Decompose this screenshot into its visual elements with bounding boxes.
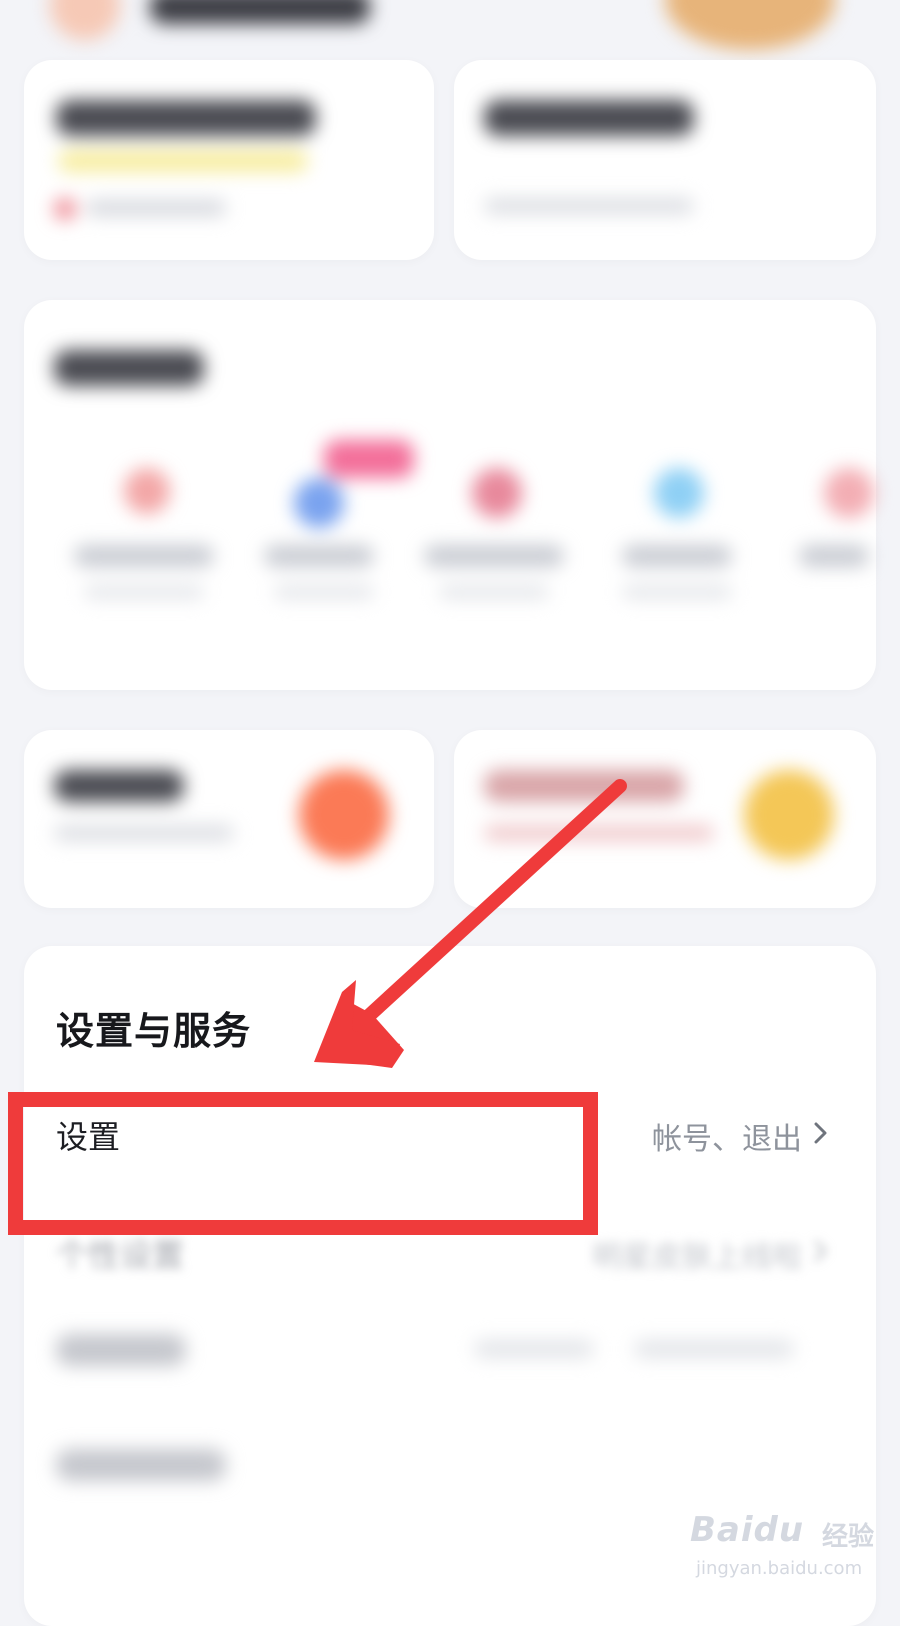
watermark-url: jingyan.baidu.com: [696, 1558, 863, 1579]
watermark: Baidu 经验 jingyan.baidu.com: [690, 1510, 890, 1590]
watermark-cn: 经验: [822, 1522, 875, 1552]
arrow-icon: [314, 779, 627, 1068]
watermark-brand: Baidu: [690, 1510, 805, 1550]
